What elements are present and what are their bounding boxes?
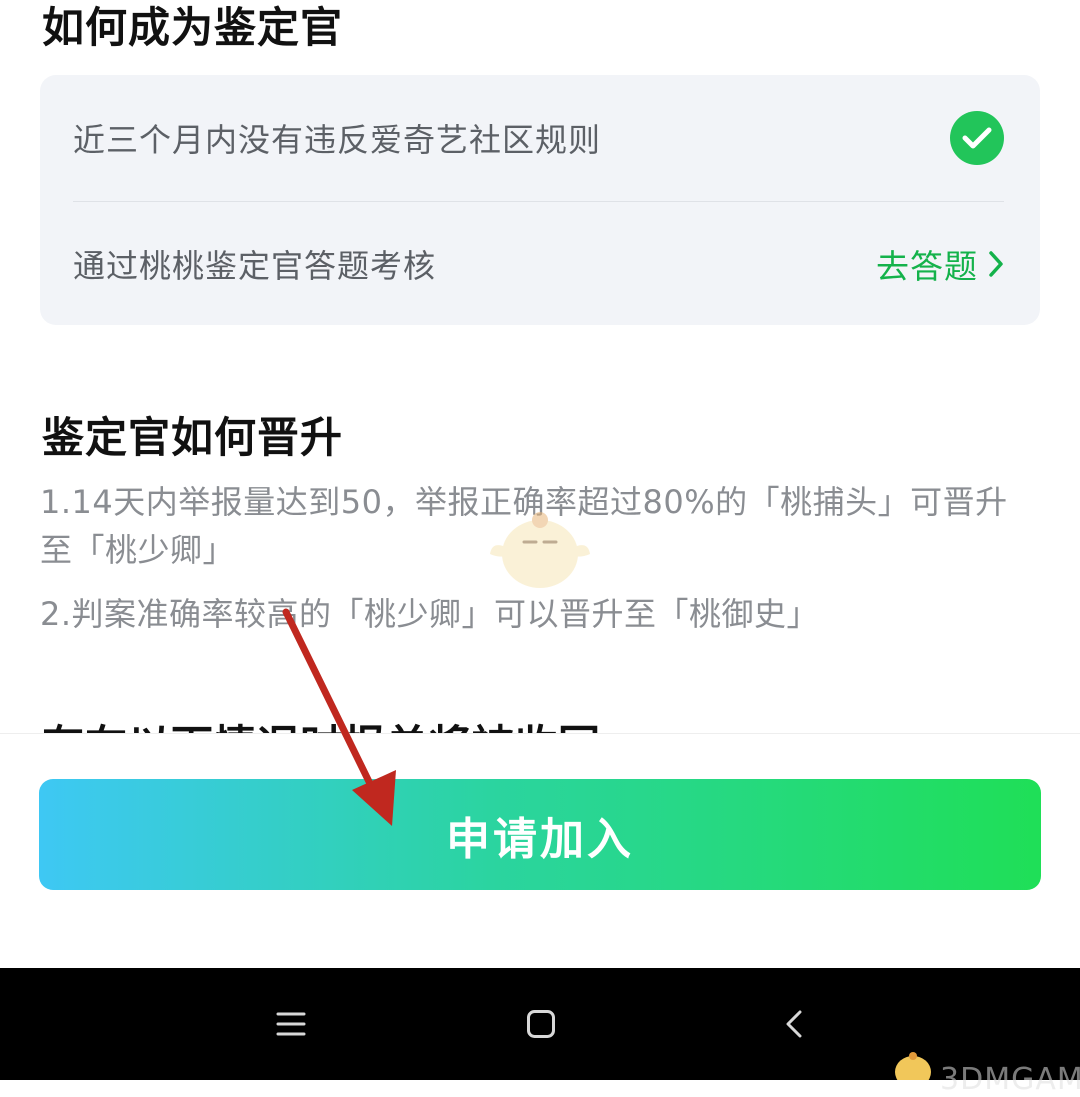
requirement-label: 通过桃桃鉴定官答题考核 <box>73 246 437 285</box>
back-chevron-icon[interactable] <box>734 968 854 1080</box>
mascot-watermark-icon <box>490 512 590 588</box>
go-answer-link[interactable]: 去答题 <box>876 240 1004 288</box>
requirement-row-quiz: 通过桃桃鉴定官答题考核 去答题 <box>73 202 1004 325</box>
chevron-right-icon <box>989 250 1003 277</box>
requirement-row-rules: 近三个月内没有违反爱奇艺社区规则 <box>73 75 1004 201</box>
check-circle-icon <box>950 111 1004 165</box>
go-answer-label: 去答题 <box>876 246 978 286</box>
become-title: 如何成为鉴定官 <box>42 3 344 52</box>
promote-rule-2: 2.判案准确率较高的「桃少卿」可以晋升至「桃御史」 <box>40 595 820 633</box>
menu-icon[interactable] <box>231 968 351 1080</box>
requirement-label: 近三个月内没有违反爱奇艺社区规则 <box>73 121 602 159</box>
promote-title: 鉴定官如何晋升 <box>42 413 344 462</box>
apply-join-button[interactable]: 申请加入 <box>39 779 1041 890</box>
home-square-icon[interactable] <box>481 968 601 1080</box>
requirements-card: 近三个月内没有违反爱奇艺社区规则 通过桃桃鉴定官答题考核 去答题 <box>40 75 1040 325</box>
watermark-logo-icon <box>895 1052 931 1080</box>
